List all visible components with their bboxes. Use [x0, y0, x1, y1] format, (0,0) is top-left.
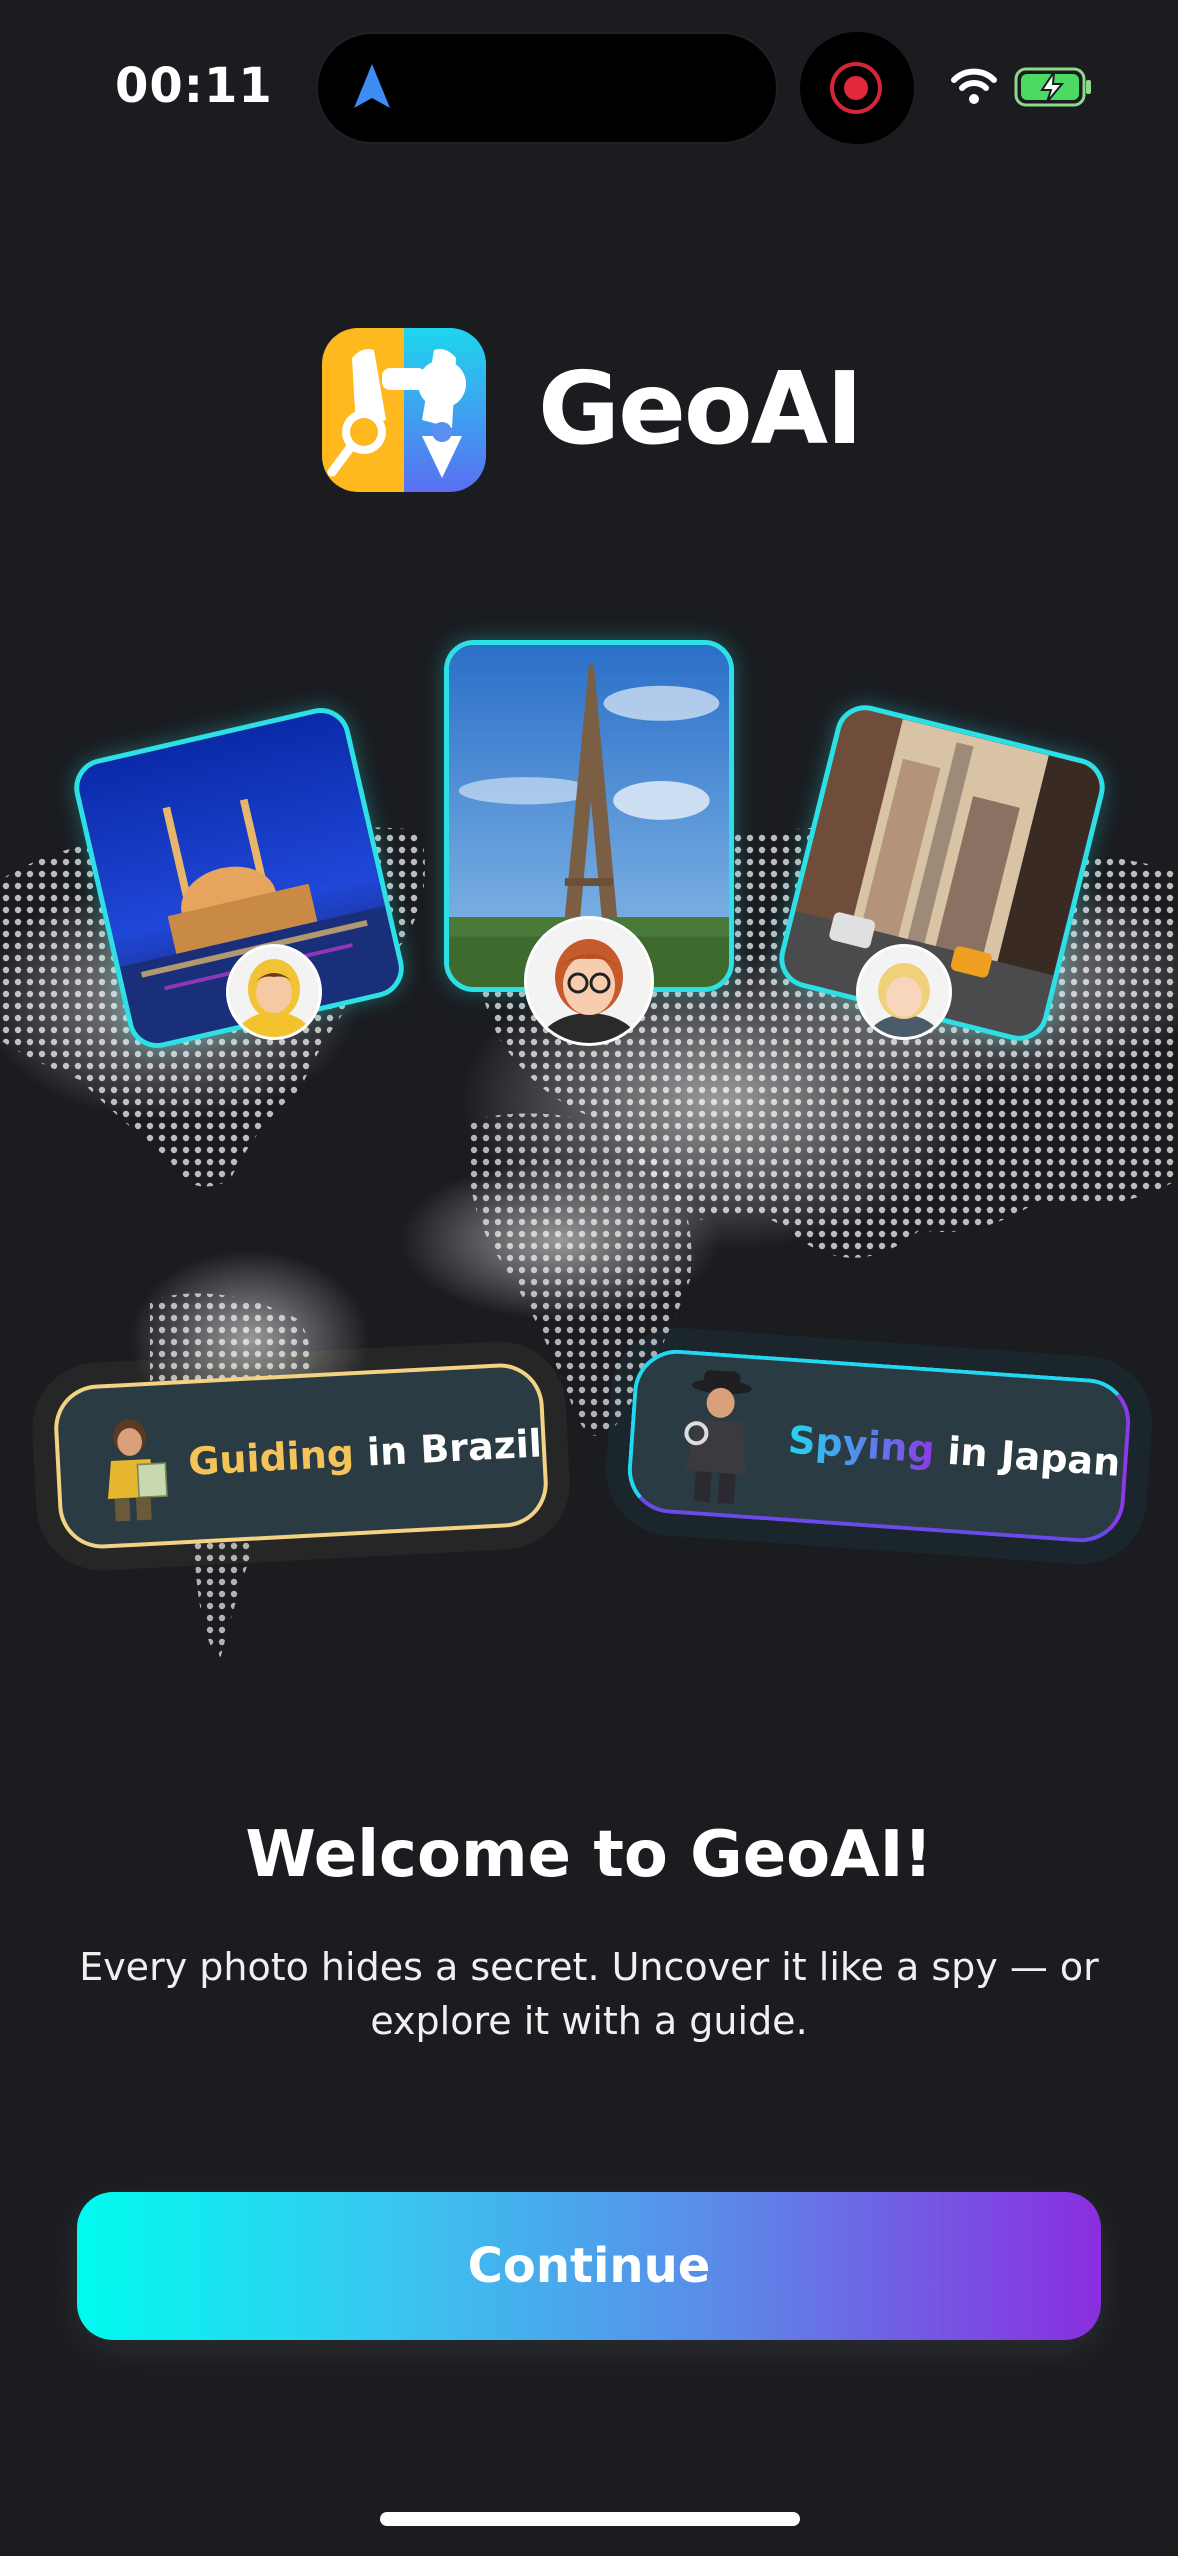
welcome-title: Welcome to GeoAI! [245, 1818, 933, 1892]
mode-keyword-spying: Spying [786, 1417, 937, 1472]
continue-button[interactable]: Continue [77, 2192, 1101, 2340]
mode-location-brazil: in Brazil [352, 1421, 543, 1476]
mode-badge-guiding: Guiding in Brazil [52, 1361, 550, 1551]
avatar-explorer [856, 944, 952, 1040]
mode-badge-spying: Spying in Japan [624, 1346, 1134, 1546]
spy-character-icon [684, 1370, 752, 1504]
app-logo-icon [322, 328, 486, 492]
status-time: 00:11 [115, 58, 273, 114]
wifi-icon [951, 68, 997, 104]
navigation-arrow-icon [354, 64, 390, 108]
record-icon [830, 62, 882, 114]
avatar-guide [226, 944, 322, 1040]
home-indicator[interactable] [380, 2512, 800, 2526]
battery-charging-icon [1014, 67, 1091, 107]
welcome-subtitle: Every photo hides a secret. Uncover it l… [79, 1945, 1099, 2043]
mode-keyword-guiding: Guiding [187, 1431, 356, 1484]
avatar-main [524, 916, 654, 1046]
mode-location-japan: in Japan [932, 1427, 1122, 1485]
app-title: GeoAI [538, 350, 863, 467]
guide-character-icon [108, 1419, 168, 1522]
